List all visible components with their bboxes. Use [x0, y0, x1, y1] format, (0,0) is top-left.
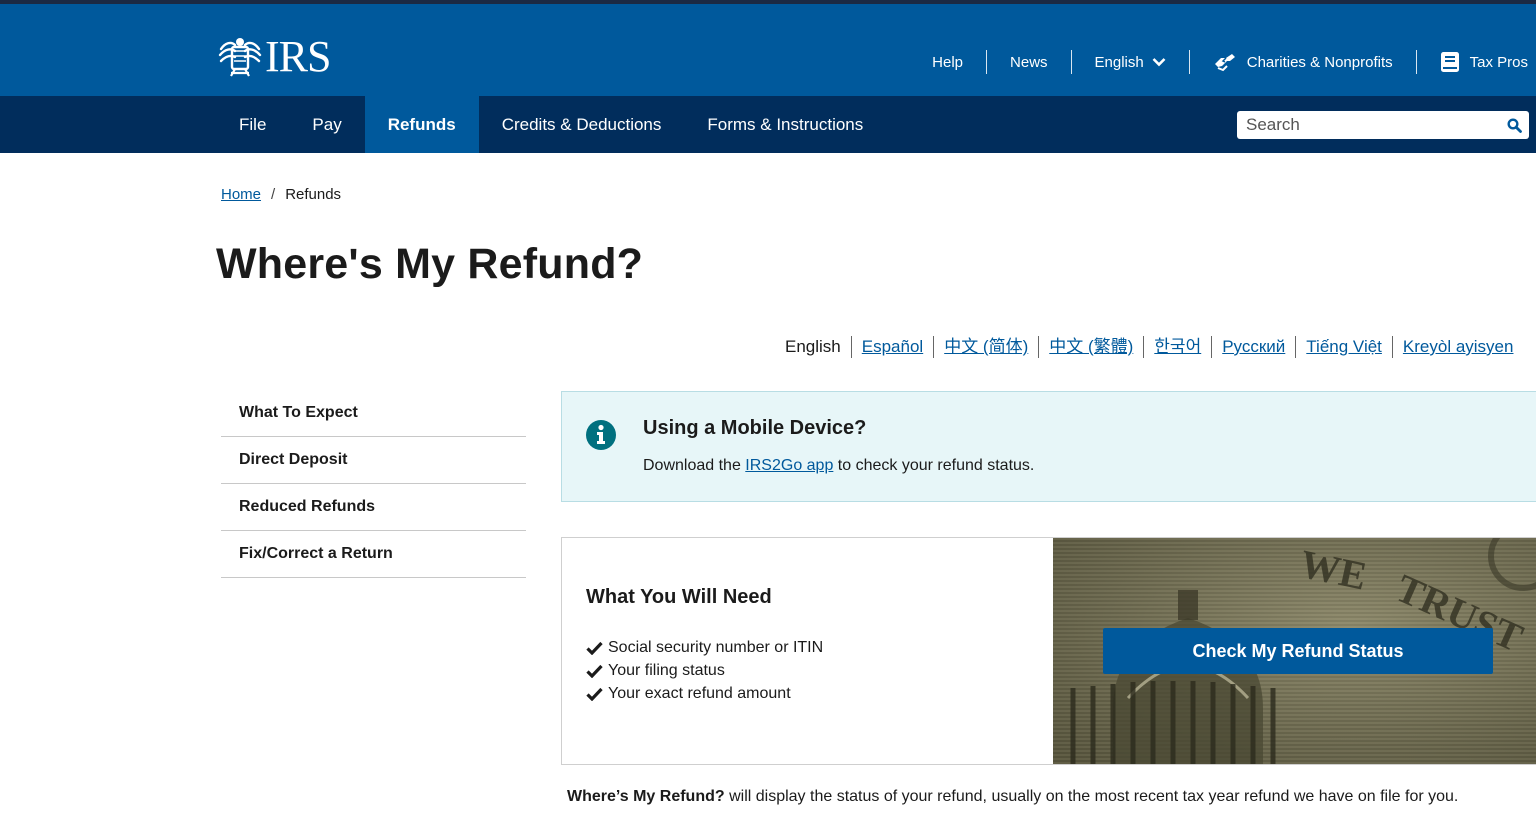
nav-credits-deductions[interactable]: Credits & Deductions [479, 96, 685, 153]
charities-link[interactable]: Charities & Nonprofits [1190, 50, 1416, 74]
nav-forms-instructions[interactable]: Forms & Instructions [684, 96, 886, 153]
utility-separator [1415, 50, 1417, 74]
nav-pay[interactable]: Pay [289, 96, 364, 153]
language-switcher: English Español 中文 (简体) 中文 (繁體) 한국어 Русс… [785, 335, 1523, 359]
help-link[interactable]: Help [909, 50, 986, 74]
check-refund-status-button[interactable]: Check My Refund Status [1103, 628, 1493, 674]
language-dropdown-label: English [1094, 53, 1144, 71]
logo-text: IRS [265, 32, 331, 81]
need-item-label: Social security number or ITIN [608, 638, 824, 656]
capitol-dollar-image: WE TRUST Check My Refund Status [1053, 538, 1536, 764]
description-text: will display the status of your refund, … [724, 788, 1459, 805]
search-box [1237, 111, 1529, 139]
list-item: Your exact refund amount [586, 682, 823, 705]
alert-body-text-before: Download the [643, 457, 746, 474]
language-dropdown[interactable]: English [1072, 50, 1189, 74]
utility-separator [986, 50, 988, 74]
irs-logo[interactable]: IRS [217, 32, 331, 81]
book-icon [1440, 52, 1459, 72]
sidenav-item-what-to-expect[interactable]: What To Expect [221, 390, 526, 437]
sidenav-item-fix-correct-return[interactable]: Fix/Correct a Return [221, 531, 526, 578]
nav-refunds[interactable]: Refunds [364, 96, 479, 153]
sidenav-item-reduced-refunds[interactable]: Reduced Refunds [221, 484, 526, 531]
checkmark-icon [586, 687, 603, 701]
tax-pros-link[interactable]: Tax Pros [1417, 50, 1536, 74]
language-link-korean[interactable]: 한국어 [1144, 335, 1211, 359]
page-description: Where’s My Refund? will display the stat… [567, 788, 1458, 806]
sidenav-item-direct-deposit[interactable]: Direct Deposit [221, 437, 526, 484]
language-link-russian[interactable]: Русский [1212, 335, 1295, 359]
description-bold: Where’s My Refund? [567, 788, 725, 805]
utility-separator [1070, 50, 1072, 74]
list-item: Your filing status [586, 659, 823, 682]
checkmark-icon [586, 664, 603, 678]
list-item: Social security number or ITIN [586, 636, 823, 659]
refund-status-card: What You Will Need Social security numbe… [561, 537, 1536, 765]
breadcrumb-current: Refunds [285, 186, 342, 203]
side-nav: What To Expect Direct Deposit Reduced Re… [221, 390, 526, 578]
language-link-chinese-simplified[interactable]: 中文 (简体) [934, 335, 1038, 359]
info-icon [586, 420, 616, 450]
irs2go-app-link[interactable]: IRS2Go app [745, 457, 833, 474]
mobile-device-alert: Using a Mobile Device? Download the IRS2… [561, 391, 1536, 502]
site-header: IRS Help News English Charities & Nonpro… [0, 4, 1536, 96]
search-button[interactable] [1499, 112, 1529, 138]
need-item-label: Your exact refund amount [608, 684, 791, 702]
alert-body-text-after: to check your refund status. [833, 457, 1035, 474]
language-link-chinese-traditional[interactable]: 中文 (繁體) [1039, 335, 1143, 359]
breadcrumb: Home / Refunds [221, 186, 341, 203]
breadcrumb-separator: / [271, 186, 276, 203]
page-title: Where's My Refund? [216, 240, 644, 288]
language-link-spanish[interactable]: Español [852, 335, 933, 359]
news-link[interactable]: News [987, 50, 1071, 74]
what-you-need-title: What You Will Need [586, 586, 772, 608]
handshake-icon [1214, 54, 1235, 72]
language-current: English [785, 337, 841, 356]
utility-nav: Help News English Charities & Nonprofits [909, 46, 1536, 78]
need-item-label: Your filing status [608, 661, 725, 679]
alert-title: Using a Mobile Device? [643, 417, 867, 439]
what-you-need-list: Social security number or ITIN Your fili… [586, 636, 823, 705]
what-you-need-panel: What You Will Need Social security numbe… [562, 538, 1053, 764]
chevron-down-icon [1152, 58, 1166, 67]
charities-label: Charities & Nonprofits [1246, 53, 1393, 71]
language-link-haitian-creole[interactable]: Kreyòl ayisyen [1393, 335, 1524, 359]
eagle-icon [218, 38, 262, 77]
search-icon [1506, 117, 1522, 133]
checkmark-icon [586, 641, 603, 655]
breadcrumb-home-link[interactable]: Home [221, 186, 261, 203]
nav-file[interactable]: File [216, 96, 289, 153]
search-input[interactable] [1237, 112, 1499, 138]
language-link-vietnamese[interactable]: Tiếng Việt [1296, 335, 1392, 359]
alert-body: Download the IRS2Go app to check your re… [643, 457, 1034, 475]
utility-separator [1188, 50, 1190, 74]
tax-pros-label: Tax Pros [1469, 53, 1528, 71]
